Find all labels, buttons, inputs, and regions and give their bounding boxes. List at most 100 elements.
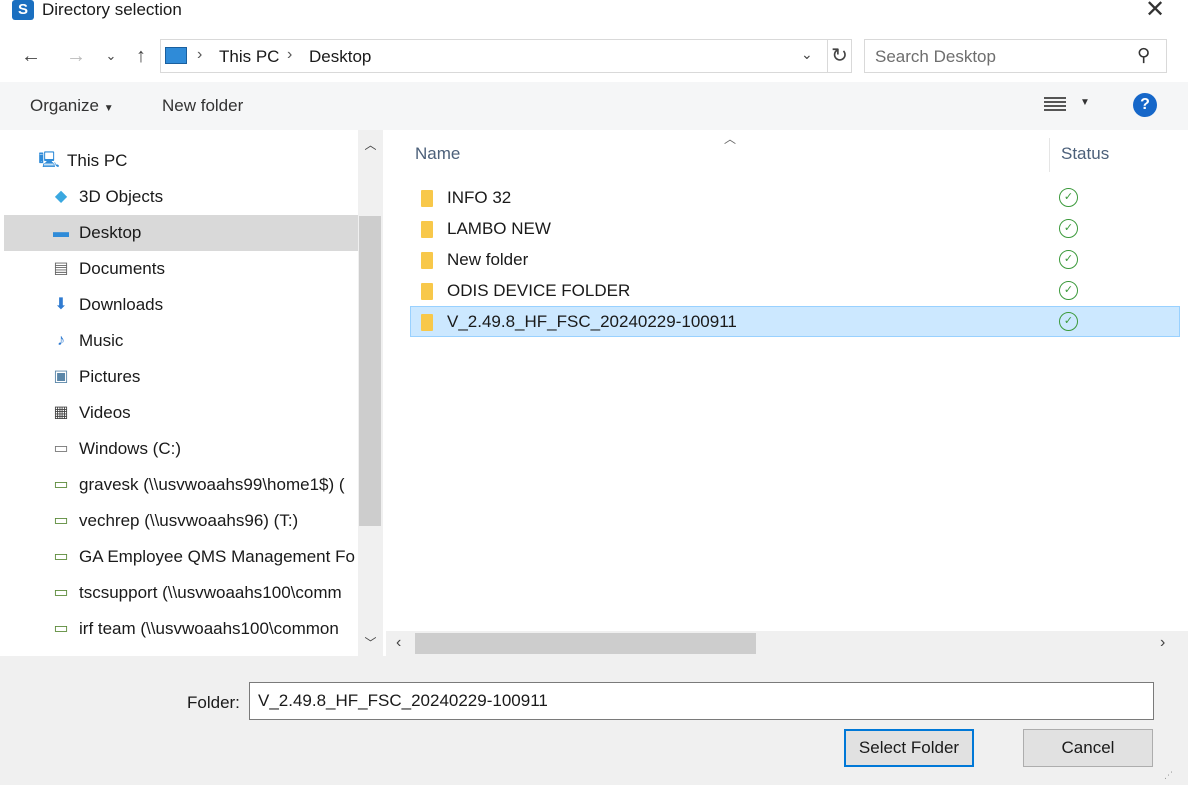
file-name: V_2.49.8_HF_FSC_20240229-100911 xyxy=(447,312,737,331)
sidebar-item[interactable]: ▭ gravesk (\\usvwoaahs99\home1$) ( xyxy=(4,467,358,503)
file-row[interactable]: LAMBO NEW ✓ xyxy=(410,213,1180,244)
title-bar: S Directory selection ✕ xyxy=(0,0,1188,24)
document-icon: ▤ xyxy=(53,260,69,277)
drive-icon: ▭ xyxy=(53,440,69,457)
file-name: LAMBO NEW xyxy=(447,219,551,238)
select-folder-button[interactable]: Select Folder xyxy=(844,729,974,767)
sidebar-item-label: vechrep (\\usvwoaahs96) (T:) xyxy=(79,511,299,530)
recent-locations-button[interactable]: ⌄ xyxy=(96,39,126,73)
folder-icon xyxy=(421,190,433,207)
scroll-left-icon[interactable]: ‹ xyxy=(396,634,401,652)
folder-icon xyxy=(421,252,433,269)
forward-button[interactable]: → xyxy=(61,39,91,73)
help-icon[interactable]: ? xyxy=(1133,93,1157,117)
search-placeholder: Search Desktop xyxy=(875,47,996,66)
computer-icon: 🖳 xyxy=(38,152,60,169)
network-drive-icon: ▭ xyxy=(53,584,69,601)
network-drive-icon: ▭ xyxy=(53,476,69,493)
file-list: ︿ Name Status INFO 32 ✓ LAMBO NEW ✓ New fold… xyxy=(386,130,1188,656)
search-icon[interactable]: ⚲ xyxy=(1137,45,1150,66)
horizontal-scrollbar[interactable]: ‹ › xyxy=(386,631,1188,656)
sort-ascending-icon: ︿ xyxy=(724,132,737,146)
view-options-icon[interactable] xyxy=(1044,95,1066,113)
sync-status-check-icon: ✓ xyxy=(1059,219,1078,238)
music-note-icon: ♪ xyxy=(57,332,65,349)
sync-status-check-icon: ✓ xyxy=(1059,281,1078,300)
command-toolbar: Organize ▼ New folder ▼ ? xyxy=(0,82,1188,130)
folder-icon xyxy=(421,314,433,331)
folder-field[interactable] xyxy=(249,682,1154,720)
folder-icon xyxy=(421,221,433,238)
sidebar-item[interactable]: ▭ Windows (C:) xyxy=(4,431,358,467)
sidebar-item-label: Documents xyxy=(79,259,165,278)
file-row[interactable]: INFO 32 ✓ xyxy=(410,182,1180,213)
sidebar-item[interactable]: ▭ vechrep (\\usvwoaahs96) (T:) xyxy=(4,503,358,539)
cancel-button[interactable]: Cancel xyxy=(1023,729,1153,767)
sidebar-item-label: Downloads xyxy=(79,295,164,314)
chevron-down-icon[interactable]: ⌄ xyxy=(801,46,813,63)
file-name: ODIS DEVICE FOLDER xyxy=(447,281,631,300)
address-bar[interactable]: › This PC › Desktop ⌄ ↻ xyxy=(160,39,852,73)
breadcrumb-this-pc[interactable]: This PC xyxy=(219,47,279,67)
back-button[interactable]: ← xyxy=(16,39,46,73)
sidebar-item[interactable]: ▣ Pictures xyxy=(4,359,358,395)
folder-label: Folder: xyxy=(187,693,240,712)
scroll-right-icon[interactable]: › xyxy=(1160,634,1165,652)
file-row[interactable]: V_2.49.8_HF_FSC_20240229-100911 ✓ xyxy=(410,306,1180,337)
sidebar-item-label: This PC xyxy=(67,151,128,170)
network-drive-icon: ▭ xyxy=(53,512,69,529)
sidebar-item[interactable]: ▦ Videos xyxy=(4,395,358,431)
sidebar-item-label: GA Employee QMS Management Fo xyxy=(79,547,355,566)
window-title: Directory selection xyxy=(42,0,182,19)
sidebar-item-label: Windows (C:) xyxy=(79,439,182,458)
sidebar-item[interactable]: ◆ 3D Objects xyxy=(4,179,358,215)
dialog-footer: Folder: Select Folder Cancel ⋰ xyxy=(0,656,1188,785)
network-drive-icon: ▭ xyxy=(53,620,69,637)
close-button[interactable]: ✕ xyxy=(1140,0,1170,22)
search-input[interactable]: Search Desktop ⚲ xyxy=(864,39,1167,73)
refresh-icon[interactable]: ↻ xyxy=(827,40,851,72)
sidebar-item[interactable]: 🖳 This PC xyxy=(4,143,358,179)
up-button[interactable]: ↑ xyxy=(126,39,156,73)
breadcrumb-separator-icon[interactable]: › xyxy=(287,46,292,64)
sidebar-item-label: Pictures xyxy=(79,367,141,386)
sync-status-check-icon: ✓ xyxy=(1059,188,1078,207)
sidebar-item-label: tscsupport (\\usvwoaahs100\comm xyxy=(79,583,342,602)
resize-grip-icon[interactable]: ⋰ xyxy=(1164,770,1176,782)
folder-icon xyxy=(421,283,433,300)
scrollbar-thumb[interactable] xyxy=(359,216,381,526)
desktop-icon: ▬ xyxy=(53,224,69,241)
breadcrumb-desktop[interactable]: Desktop xyxy=(309,47,371,67)
file-row[interactable]: ODIS DEVICE FOLDER ✓ xyxy=(410,275,1180,306)
breadcrumb-separator-icon[interactable]: › xyxy=(197,46,202,64)
organize-label: Organize xyxy=(30,96,99,115)
sidebar-item[interactable]: ▤ Documents xyxy=(4,251,358,287)
app-logo-icon: S xyxy=(12,0,34,20)
film-icon: ▦ xyxy=(53,404,69,421)
sidebar-scrollbar[interactable]: ︿ ﹀ xyxy=(358,130,383,656)
scroll-up-icon[interactable]: ︿ xyxy=(358,136,383,153)
picture-icon: ▣ xyxy=(53,368,69,385)
sidebar-item-label: gravesk (\\usvwoaahs99\home1$) ( xyxy=(79,475,345,494)
sidebar-item[interactable]: ▭ tscsupport (\\usvwoaahs100\comm xyxy=(4,575,358,611)
sidebar-item-label: Desktop xyxy=(79,223,142,242)
column-header-name[interactable]: Name xyxy=(415,144,460,164)
sidebar-item[interactable]: ⬇ Downloads xyxy=(4,287,358,323)
sidebar-item[interactable]: ▭ irf team (\\usvwoaahs100\common xyxy=(4,611,358,647)
sidebar-item[interactable]: ♪ Music xyxy=(4,323,358,359)
sidebar-item[interactable]: ▭ GA Employee QMS Management Fo xyxy=(4,539,358,575)
sidebar-item[interactable]: ▬ Desktop xyxy=(4,215,358,251)
column-header-status[interactable]: Status xyxy=(1061,144,1109,164)
new-folder-button[interactable]: New folder xyxy=(162,96,243,116)
navigation-bar: ← → ⌄ ↑ › This PC › Desktop ⌄ ↻ Search D… xyxy=(0,35,1188,77)
sidebar-item-label: irf team (\\usvwoaahs100\common xyxy=(79,619,339,638)
file-row[interactable]: New folder ✓ xyxy=(410,244,1180,275)
scrollbar-thumb[interactable] xyxy=(415,633,756,654)
cube-icon: ◆ xyxy=(54,188,68,205)
organize-button[interactable]: Organize ▼ xyxy=(30,96,114,116)
caret-down-icon[interactable]: ▼ xyxy=(1080,97,1090,108)
caret-down-icon: ▼ xyxy=(103,103,114,114)
navigation-pane: 🖳 This PC ◆ 3D Objects ▬ Desktop ▤ Documents ⬇ Do… xyxy=(4,130,358,656)
column-divider[interactable] xyxy=(1049,138,1050,172)
scroll-down-icon[interactable]: ﹀ xyxy=(358,634,383,651)
